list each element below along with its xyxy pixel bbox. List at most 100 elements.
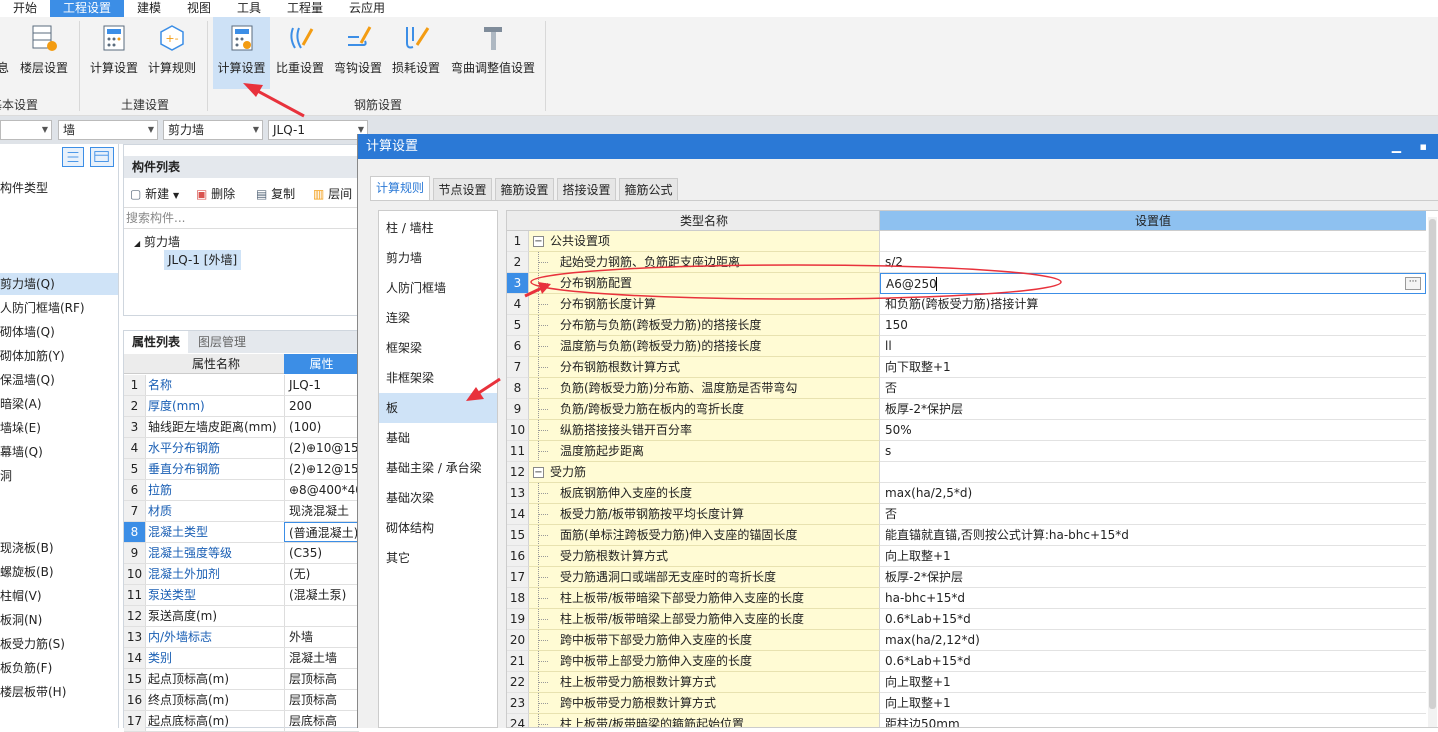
more-icon[interactable]: ··· <box>1405 277 1421 290</box>
grid-row[interactable]: 3 分布钢筋配置 A6@250 ··· <box>507 273 1438 294</box>
left-type-item[interactable]: 人防门框墙(RF) <box>0 297 118 319</box>
hook-settings-button[interactable]: 弯钩设置 <box>330 17 386 89</box>
grid-row[interactable]: 12− 受力筋 <box>507 462 1438 483</box>
info-button[interactable]: 息 <box>0 17 12 89</box>
grid-row[interactable]: 14 板受力筋/板带钢筋按平均长度计算 否 <box>507 504 1438 525</box>
minimize-icon[interactable]: ▁ <box>1392 134 1401 159</box>
copy-button[interactable]: ▤ 复制 <box>256 185 295 202</box>
grid-row[interactable]: 17 受力筋遇洞口或端部无支座时的弯折长度 板厚-2*保护层 <box>507 567 1438 588</box>
component-search-input[interactable]: 搜索构件... <box>124 207 358 229</box>
property-value[interactable]: (2)⊕10@150 <box>284 438 359 458</box>
grid-row[interactable]: 7 分布钢筋根数计算方式 向下取整+1 <box>507 357 1438 378</box>
property-row[interactable]: 8 混凝土类型 (普通混凝土) <box>124 522 359 543</box>
property-row[interactable]: 14 类别 混凝土墙 <box>124 648 359 669</box>
left-type-item[interactable]: 板负筋(F) <box>0 657 118 679</box>
tab-calc-rules[interactable]: 计算规则 <box>370 176 430 200</box>
setting-value[interactable]: 50% <box>880 420 1426 441</box>
setting-value[interactable]: 0.6*Lab+15*d <box>880 609 1426 630</box>
property-value[interactable]: 外墙 <box>284 627 359 647</box>
property-row[interactable]: 4 水平分布钢筋 (2)⊕10@150 <box>124 438 359 459</box>
property-row[interactable]: 5 垂直分布钢筋 (2)⊕12@150 <box>124 459 359 480</box>
tab-layer-management[interactable]: 图层管理 <box>190 331 254 353</box>
property-row[interactable]: 7 材质 现浇混凝土 <box>124 501 359 522</box>
property-row[interactable]: 1 名称 JLQ-1 <box>124 375 359 396</box>
rebar-calc-settings-button[interactable]: 计算设置 <box>213 17 270 89</box>
property-row[interactable]: 16 终点顶标高(m) 层顶标高 <box>124 690 359 711</box>
property-value[interactable]: 现浇混凝土 <box>284 501 359 521</box>
floor-settings-button[interactable]: 楼层设置 <box>16 17 72 89</box>
setting-value[interactable]: s <box>880 441 1426 462</box>
grid-row[interactable]: 6 温度筋与负筋(跨板受力筋)的搭接长度 ll <box>507 336 1438 357</box>
grid-row[interactable]: 2 起始受力钢筋、负筋距支座边距离 s/2 <box>507 252 1438 273</box>
category-item[interactable]: 基础次梁 <box>379 483 497 513</box>
setting-value[interactable]: 板厚-2*保护层 <box>880 567 1426 588</box>
left-type-item[interactable]: 柱帽(V) <box>0 585 118 607</box>
interfloor-button[interactable]: ▥ 层间 <box>313 185 358 202</box>
setting-value[interactable]: ll <box>880 336 1426 357</box>
menu-quantity[interactable]: 工程量 <box>274 0 336 17</box>
left-type-item[interactable]: 洞 <box>0 465 118 487</box>
component-select[interactable]: JLQ-1 ▼ <box>268 120 368 140</box>
property-value[interactable]: 混凝土墙 <box>284 648 359 668</box>
property-row[interactable]: 10 混凝土外加剂 (无) <box>124 564 359 585</box>
menu-tools[interactable]: 工具 <box>224 0 274 17</box>
property-row[interactable]: 3 轴线距左墙皮距离(mm) (100) <box>124 417 359 438</box>
menu-start[interactable]: 开始 <box>0 0 50 17</box>
grid-row[interactable]: 10 纵筋搭接接头错开百分率 50% <box>507 420 1438 441</box>
left-type-item[interactable]: 板洞(N) <box>0 609 118 631</box>
category-item[interactable]: 剪力墙 <box>379 243 497 273</box>
collapse-icon[interactable]: − <box>533 467 544 478</box>
civil-calc-settings-button[interactable]: 计算设置 <box>86 17 142 89</box>
setting-value[interactable]: 向上取整+1 <box>880 693 1426 714</box>
setting-value[interactable] <box>880 462 1426 483</box>
grid-row[interactable]: 4 分布钢筋长度计算 和负筋(跨板受力筋)搭接计算 <box>507 294 1438 315</box>
list-view-icon[interactable] <box>62 147 84 167</box>
menu-cloud[interactable]: 云应用 <box>336 0 398 17</box>
property-value[interactable]: 层底标高 <box>284 711 359 731</box>
setting-value[interactable] <box>880 231 1426 252</box>
tab-stirrup-formula[interactable]: 箍筋公式 <box>619 178 678 200</box>
property-value[interactable]: 层顶标高 <box>284 690 359 710</box>
tab-stirrup-settings[interactable]: 箍筋设置 <box>495 178 554 200</box>
loss-settings-button[interactable]: 损耗设置 <box>388 17 444 89</box>
collapse-icon[interactable]: − <box>533 236 544 247</box>
property-value[interactable]: (C35) <box>284 543 359 563</box>
delete-button[interactable]: ▣ 删除 <box>196 185 235 202</box>
tab-node-settings[interactable]: 节点设置 <box>433 178 492 200</box>
setting-value[interactable]: A6@250 ··· <box>880 273 1426 294</box>
property-value[interactable]: JLQ-1 <box>284 375 359 395</box>
left-type-item[interactable]: 墙垛(E) <box>0 417 118 439</box>
grid-row[interactable]: 19 柱上板带/板带暗梁上部受力筋伸入支座的长度 0.6*Lab+15*d <box>507 609 1438 630</box>
category-item[interactable]: 框架梁 <box>379 333 497 363</box>
property-value[interactable]: 200 <box>284 396 359 416</box>
grid-row[interactable]: 18 柱上板带/板带暗梁下部受力筋伸入支座的长度 ha-bhc+15*d <box>507 588 1438 609</box>
setting-value[interactable]: 否 <box>880 504 1426 525</box>
property-row[interactable]: 9 混凝土强度等级 (C35) <box>124 543 359 564</box>
maximize-icon[interactable]: ▪ <box>1420 134 1427 159</box>
grid-row[interactable]: 1− 公共设置项 <box>507 231 1438 252</box>
property-row[interactable]: 13 内/外墙标志 外墙 <box>124 627 359 648</box>
setting-value[interactable]: 向下取整+1 <box>880 357 1426 378</box>
property-row[interactable]: 17 起点底标高(m) 层底标高 <box>124 711 359 732</box>
property-row[interactable]: 11 泵送类型 (混凝土泵) <box>124 585 359 606</box>
category-item[interactable]: 砌体结构 <box>379 513 497 543</box>
category-item[interactable]: 基础主梁 / 承台梁 <box>379 453 497 483</box>
left-type-item[interactable]: 螺旋板(B) <box>0 561 118 583</box>
category-item[interactable]: 非框架梁 <box>379 363 497 393</box>
menu-view[interactable]: 视图 <box>174 0 224 17</box>
menu-modeling[interactable]: 建模 <box>124 0 174 17</box>
left-type-item[interactable]: 现浇板(B) <box>0 537 118 559</box>
left-type-item[interactable]: 保温墙(Q) <box>0 369 118 391</box>
setting-value[interactable]: 能直锚就直锚,否则按公式计算:ha-bhc+15*d <box>880 525 1426 546</box>
grid-row[interactable]: 22 柱上板带受力筋根数计算方式 向上取整+1 <box>507 672 1438 693</box>
property-value[interactable] <box>284 606 359 626</box>
property-value[interactable]: (2)⊕12@150 <box>284 459 359 479</box>
property-value[interactable]: (普通混凝土) <box>284 522 359 542</box>
type-select[interactable]: 剪力墙 ▼ <box>163 120 263 140</box>
grid-row[interactable]: 9 负筋/跨板受力筋在板内的弯折长度 板厚-2*保护层 <box>507 399 1438 420</box>
property-row[interactable]: 15 起点顶标高(m) 层顶标高 <box>124 669 359 690</box>
setting-value[interactable]: max(ha/2,12*d) <box>880 630 1426 651</box>
grid-row[interactable]: 16 受力筋根数计算方式 向上取整+1 <box>507 546 1438 567</box>
calc-rules-button[interactable]: +- 计算规则 <box>144 17 200 89</box>
property-value[interactable]: 层顶标高 <box>284 669 359 689</box>
